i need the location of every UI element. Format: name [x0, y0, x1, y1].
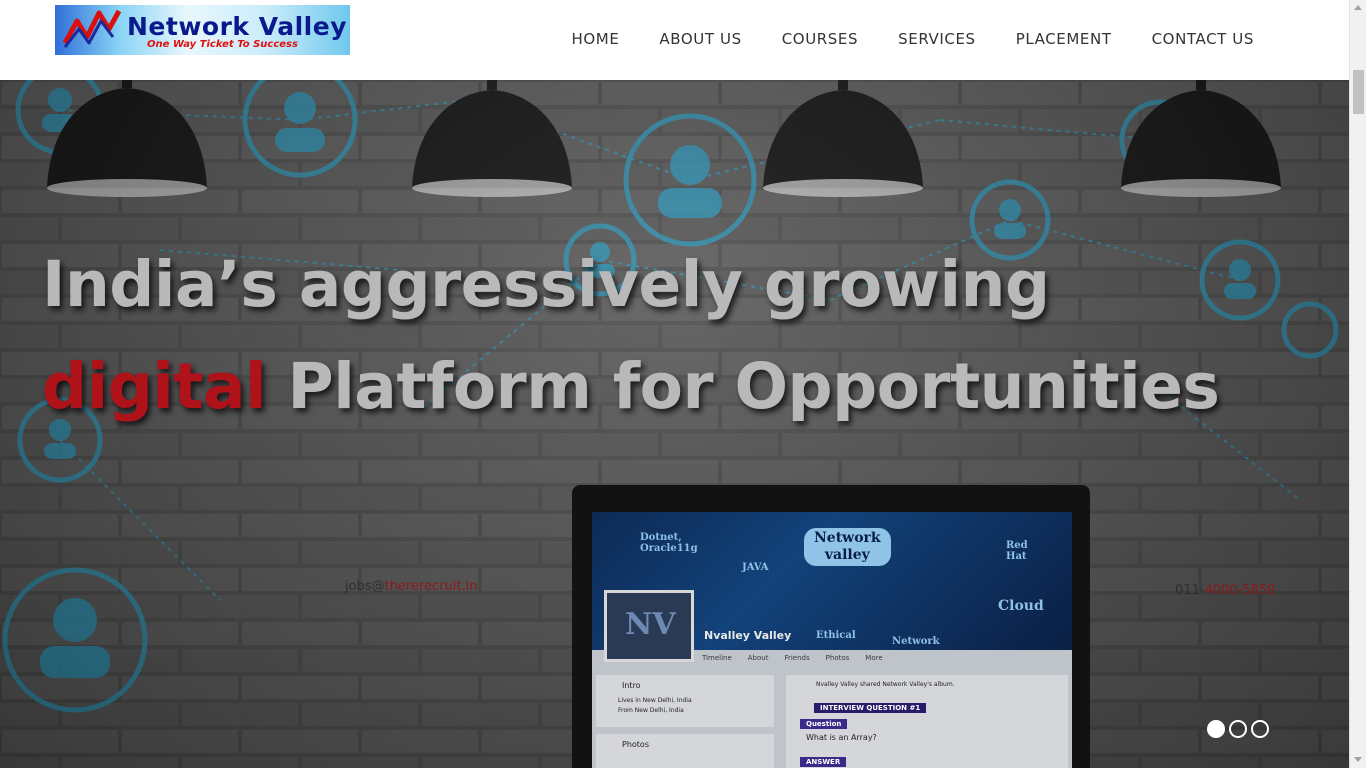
- logo-graph-icon: [62, 9, 122, 48]
- hero-headline-line1: India’s aggressively growing: [42, 248, 1050, 321]
- cover-tag-network: Network: [892, 636, 940, 647]
- cover-tag-cloud: Cloud: [998, 598, 1044, 614]
- tab-about: About: [747, 654, 769, 662]
- nav-home[interactable]: HOME: [552, 29, 640, 49]
- carousel-dots: [1207, 720, 1269, 738]
- scrollbar-thumb[interactable]: [1353, 70, 1364, 114]
- network-valley-logo[interactable]: Network Valley One Way Ticket To Success: [55, 5, 350, 55]
- interview-banner: INTERVIEW QUESTION #1: [814, 703, 927, 713]
- nav-courses[interactable]: COURSES: [762, 29, 878, 49]
- site-header: Network Valley One Way Ticket To Success…: [0, 0, 1349, 80]
- scroll-down-arrow-icon[interactable]: [1350, 751, 1366, 768]
- hero-phone: 011-4000-5859: [1175, 583, 1276, 598]
- hero-accent-word: digital: [42, 350, 267, 423]
- tab-photos: Photos: [825, 654, 850, 662]
- cover-tag-ethical: Ethical: [816, 630, 856, 641]
- tab-timeline: Timeline: [702, 654, 732, 662]
- question-banner: Question: [800, 719, 848, 729]
- photos-panel: Photos: [596, 734, 774, 768]
- cover-tag-java: JAVA: [742, 562, 769, 573]
- scroll-up-arrow-icon[interactable]: [1350, 0, 1366, 17]
- tab-friends: Friends: [784, 654, 810, 662]
- profile-picture: NV: [604, 590, 694, 662]
- hero-headline-line2: digital Platform for Opportunities: [42, 350, 1220, 423]
- intro-panel: Intro Lives in New Delhi, India From New…: [596, 675, 774, 727]
- answer-banner: ANSWER: [800, 757, 847, 767]
- question-text: What is an Array?: [806, 733, 877, 742]
- logo-brand-name: Network Valley: [127, 12, 348, 41]
- nav-services[interactable]: SERVICES: [878, 29, 996, 49]
- nav-about-us[interactable]: ABOUT US: [639, 29, 761, 49]
- main-nav: HOME ABOUT US COURSES SERVICES PLACEMENT…: [552, 29, 1275, 49]
- carousel-dot-3[interactable]: [1251, 720, 1269, 738]
- cover-title: Network valley: [804, 528, 891, 566]
- post-panel: Nvalley Valley shared Network Valley's a…: [786, 675, 1068, 768]
- tab-more: More: [865, 654, 883, 662]
- hero-email: jobs@thererecruit.in: [345, 579, 478, 594]
- profile-tabs: Timeline About Friends Photos More: [702, 654, 883, 662]
- logo-tagline: One Way Ticket To Success: [147, 39, 298, 50]
- nav-placement[interactable]: PLACEMENT: [996, 29, 1132, 49]
- carousel-dot-2[interactable]: [1229, 720, 1247, 738]
- nav-contact-us[interactable]: CONTACT US: [1132, 29, 1274, 49]
- laptop-screen: Network valley Dotnet, Oracle11g JAVA Re…: [592, 512, 1072, 768]
- laptop-mockup: Network valley Dotnet, Oracle11g JAVA Re…: [572, 485, 1090, 768]
- hero-headline-rest: Platform for Opportunities: [266, 350, 1220, 423]
- cover-tag-redhat: Red Hat: [1006, 540, 1028, 562]
- carousel-dot-1[interactable]: [1207, 720, 1225, 738]
- hero-slider: India’s aggressively growing digital Pla…: [0, 80, 1349, 768]
- cover-tag-dotnet: Dotnet, Oracle11g: [640, 532, 698, 554]
- profile-name: Nvalley Valley: [704, 629, 792, 642]
- page-scrollbar[interactable]: [1349, 0, 1366, 768]
